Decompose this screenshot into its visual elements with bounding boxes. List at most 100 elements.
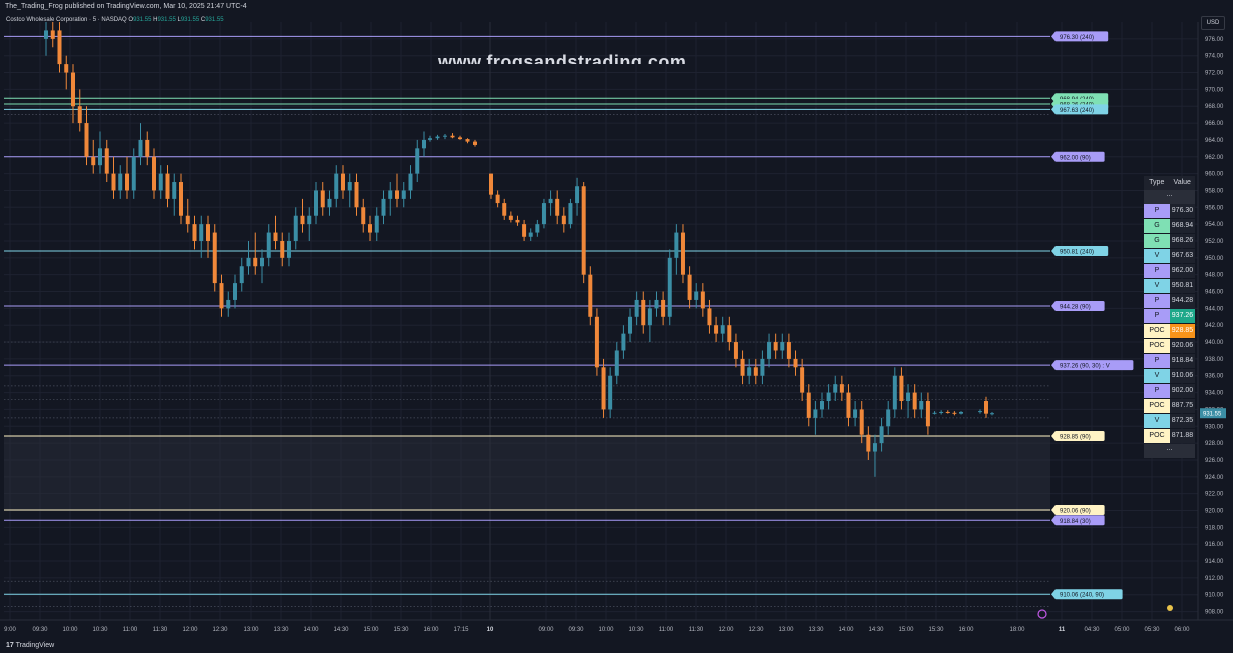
ohlc-low-value: 931.55 bbox=[180, 17, 200, 23]
level-label: 950.81 (240) bbox=[1060, 250, 1094, 256]
candle-body bbox=[57, 30, 62, 65]
candle-body bbox=[647, 308, 652, 326]
levels-table-row: V 967.63 bbox=[1144, 249, 1195, 264]
level-type-cell: POC bbox=[1144, 399, 1170, 413]
levels-table-row: V 950.81 bbox=[1144, 279, 1195, 294]
time-tick-label: 12:00 bbox=[182, 627, 198, 633]
watermark: www.frogsandstrading.com bbox=[438, 50, 708, 64]
price-tick-label: 956.00 bbox=[1205, 205, 1224, 211]
time-tick-label: 10:30 bbox=[92, 627, 108, 633]
levels-table-row: P 918.84 bbox=[1144, 354, 1195, 369]
candle-body bbox=[680, 232, 685, 275]
time-tick-label: 15:30 bbox=[393, 627, 409, 633]
candle-body bbox=[522, 224, 527, 237]
price-tick-label: 924.00 bbox=[1205, 475, 1224, 481]
level-label: 976.30 (240) bbox=[1060, 35, 1094, 41]
candle-body bbox=[458, 137, 462, 140]
candle-body bbox=[548, 198, 553, 204]
levels-table-row: P 944.28 bbox=[1144, 294, 1195, 309]
price-chart[interactable]: 976.30 (240)968.94 (240)968.26 (240)967.… bbox=[0, 14, 1233, 638]
candle-body bbox=[740, 358, 745, 376]
level-value-cell: 872.35 bbox=[1170, 414, 1195, 428]
candle-body bbox=[415, 148, 420, 174]
candle-body bbox=[226, 299, 231, 309]
candle-body bbox=[71, 72, 75, 107]
candle-body bbox=[641, 299, 646, 326]
candle-body bbox=[293, 215, 298, 241]
level-type-cell: G bbox=[1144, 219, 1170, 233]
symbol-name[interactable]: Costco Wholesale Corporation · 5 · NASDA… bbox=[6, 17, 127, 23]
price-tick-label: 944.00 bbox=[1205, 306, 1224, 312]
candle-body bbox=[246, 257, 251, 267]
candle-body bbox=[320, 190, 325, 208]
candle-body bbox=[287, 240, 291, 258]
time-tick-label: 06:00 bbox=[1174, 627, 1190, 633]
candle-body bbox=[273, 232, 278, 241]
candle-body bbox=[131, 156, 136, 191]
candle-body bbox=[473, 141, 477, 145]
last-price-label: 931.55 bbox=[1203, 412, 1222, 418]
level-type-cell: G bbox=[1144, 234, 1170, 248]
time-tick-label: 10:00 bbox=[62, 627, 78, 633]
candle-body bbox=[925, 401, 930, 427]
price-tick-label: 958.00 bbox=[1205, 188, 1224, 194]
level-type-cell: P bbox=[1144, 354, 1170, 368]
candle-body bbox=[886, 409, 891, 427]
level-type-cell: POC bbox=[1144, 324, 1170, 338]
price-tick-label: 968.00 bbox=[1205, 104, 1224, 110]
candle-body bbox=[634, 299, 639, 317]
time-tick-label: 13:00 bbox=[778, 627, 794, 633]
candle-body bbox=[64, 64, 69, 73]
candle-body bbox=[233, 283, 237, 300]
time-tick-label: 12:00 bbox=[718, 627, 734, 633]
candle-body bbox=[872, 443, 877, 452]
level-type-cell: P bbox=[1144, 204, 1170, 218]
level-type-cell: P bbox=[1144, 294, 1170, 308]
candle-body bbox=[138, 139, 143, 157]
level-type-cell: V bbox=[1144, 279, 1170, 293]
candle-body bbox=[747, 367, 752, 376]
candle-body bbox=[714, 325, 719, 334]
level-type-cell: P bbox=[1144, 384, 1170, 398]
candle-body bbox=[978, 411, 982, 413]
candle-body bbox=[104, 148, 109, 174]
price-tick-label: 960.00 bbox=[1205, 172, 1224, 178]
price-tick-label: 962.00 bbox=[1205, 155, 1224, 161]
footer: 17 TradingView bbox=[0, 638, 1233, 653]
level-label: 920.06 (90) bbox=[1060, 509, 1091, 515]
price-tick-label: 950.00 bbox=[1205, 256, 1224, 262]
levels-table-rows: P 976.30 G 968.94 G 968.26 V 967.63 P 962.00 V 950.… bbox=[1144, 204, 1195, 444]
time-tick-label: 09:30 bbox=[32, 627, 48, 633]
time-tick-label: 13:00 bbox=[243, 627, 259, 633]
level-value-cell: 967.63 bbox=[1170, 249, 1195, 263]
candle-body bbox=[307, 215, 312, 225]
candle-body bbox=[172, 182, 177, 199]
price-tick-label: 934.00 bbox=[1205, 391, 1224, 397]
candle-body bbox=[388, 190, 393, 199]
levels-table-row: P 937.26 bbox=[1144, 309, 1195, 324]
candle-body bbox=[959, 411, 964, 414]
level-label: 944.28 (90) bbox=[1060, 305, 1091, 311]
candle-body bbox=[118, 173, 123, 191]
candle-body bbox=[219, 283, 224, 309]
table-ellipsis-bottom: ... bbox=[1144, 444, 1195, 458]
candle-body bbox=[465, 139, 470, 142]
level-value-cell: 918.84 bbox=[1170, 354, 1195, 368]
candle-body bbox=[826, 392, 831, 402]
time-tick-label: 11:30 bbox=[689, 627, 704, 633]
price-tick-label: 918.00 bbox=[1205, 525, 1224, 531]
candle-body bbox=[152, 156, 156, 191]
currency-button[interactable]: USD bbox=[1201, 16, 1225, 30]
candle-body bbox=[555, 198, 560, 216]
levels-table-row: POC 871.88 bbox=[1144, 429, 1195, 444]
time-tick-label: 9:00 bbox=[4, 627, 16, 633]
candle-body bbox=[687, 274, 692, 300]
level-value-cell: 944.28 bbox=[1170, 294, 1195, 308]
candle-body bbox=[859, 409, 864, 435]
candle-body bbox=[912, 392, 917, 410]
candle-body bbox=[98, 148, 102, 166]
candle-body bbox=[495, 194, 500, 204]
candle-body bbox=[614, 350, 619, 376]
candle-body bbox=[919, 401, 924, 410]
candle-body bbox=[594, 316, 599, 368]
